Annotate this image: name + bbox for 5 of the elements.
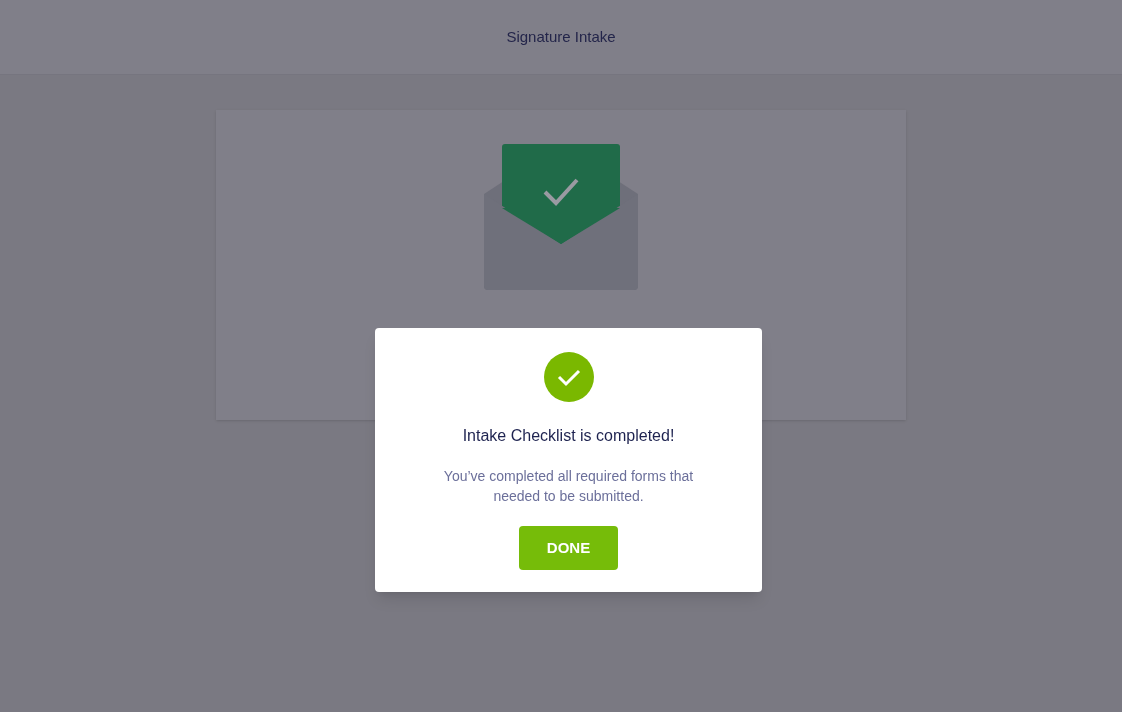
check-circle-icon bbox=[543, 352, 594, 402]
dialog-title: Intake Checklist is completed! bbox=[462, 426, 675, 446]
dialog-message: You’ve completed all required forms that needed to be submitted. bbox=[442, 467, 695, 506]
done-button[interactable]: DONE bbox=[519, 526, 618, 570]
page-title: Signature Intake bbox=[506, 26, 616, 47]
